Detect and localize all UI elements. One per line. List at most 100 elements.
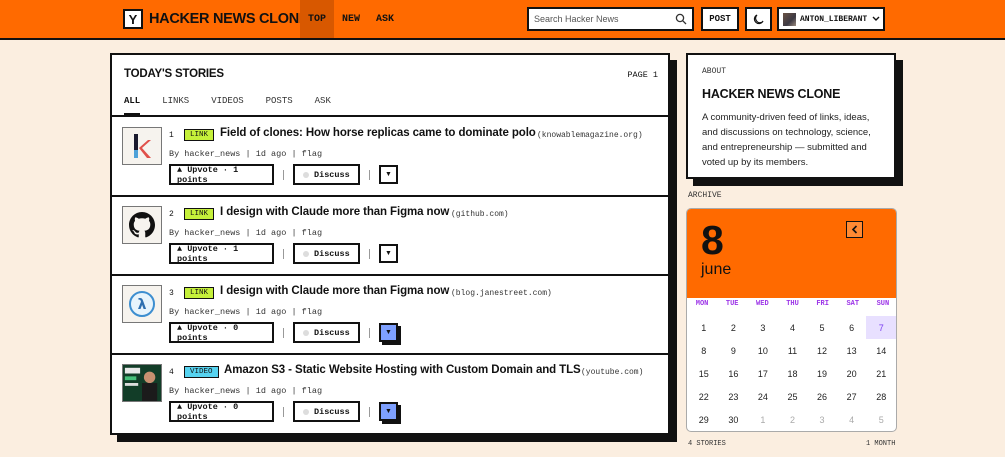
calendar-day[interactable]: 20 xyxy=(837,362,867,385)
about-title: HACKER NEWS CLONE xyxy=(702,87,841,101)
search-input[interactable] xyxy=(529,9,669,29)
calendar-day[interactable]: 1 xyxy=(748,408,778,431)
more-dropdown-button[interactable]: ▼ xyxy=(379,165,398,184)
nav-ask[interactable]: ASK xyxy=(370,0,400,38)
calendar-day[interactable]: 16 xyxy=(719,362,749,385)
chevron-left-icon[interactable] xyxy=(846,221,863,238)
flag-link[interactable]: flag xyxy=(302,307,322,317)
discuss-button[interactable]: Discuss xyxy=(293,322,360,343)
weekday-label: WED xyxy=(756,300,769,308)
calendar-day[interactable]: 26 xyxy=(807,385,837,408)
story-author[interactable]: By hacker_news xyxy=(169,149,240,159)
panel-title: TODAY'S STORIES xyxy=(124,68,224,80)
calendar-day[interactable]: 3 xyxy=(807,408,837,431)
logo-icon[interactable]: Y xyxy=(123,9,143,29)
nav-top[interactable]: TOP xyxy=(300,0,334,38)
story-title[interactable]: Amazon S3 - Static Website Hosting with … xyxy=(224,364,581,376)
calendar-day[interactable]: 4 xyxy=(837,408,867,431)
story-domain[interactable]: (knowablemagazine.org) xyxy=(537,131,643,140)
calendar-day[interactable]: 25 xyxy=(778,385,808,408)
moon-icon xyxy=(753,14,764,25)
story-title[interactable]: I design with Claude more than Figma now xyxy=(220,285,449,297)
nav-new[interactable]: NEW xyxy=(336,0,366,38)
calendar-day[interactable]: 9 xyxy=(719,339,749,362)
calendar-day[interactable]: 10 xyxy=(748,339,778,362)
upvote-button[interactable]: ▲ Upvote · 0 points xyxy=(169,322,274,343)
video-thumbnail[interactable] xyxy=(122,364,162,402)
calendar-day[interactable]: 1 xyxy=(689,316,719,339)
story-author[interactable]: By hacker_news xyxy=(169,307,240,317)
calendar-day[interactable]: 12 xyxy=(807,339,837,362)
story-title[interactable]: Field of clones: How horse replicas came… xyxy=(220,127,536,139)
discuss-button[interactable]: Discuss xyxy=(293,243,360,264)
discuss-button[interactable]: Discuss xyxy=(293,401,360,422)
search-icon[interactable] xyxy=(675,13,687,25)
story-title[interactable]: I design with Claude more than Figma now xyxy=(220,206,449,218)
weekday-label: THU xyxy=(786,300,799,308)
calendar-day[interactable]: 21 xyxy=(866,362,896,385)
upvote-button[interactable]: ▲ Upvote · 0 points xyxy=(169,401,274,422)
calendar-day[interactable]: 4 xyxy=(778,316,808,339)
calendar-day[interactable]: 18 xyxy=(778,362,808,385)
story-meta: By hacker_news | 1d ago | flag xyxy=(169,386,323,396)
comment-icon xyxy=(303,250,309,257)
chevron-down-icon xyxy=(872,16,880,21)
tab-videos[interactable]: VIDEOS xyxy=(211,91,243,115)
lambda-icon[interactable]: λ xyxy=(122,285,162,323)
theme-toggle-button[interactable] xyxy=(745,7,772,31)
story-age: 1d ago xyxy=(255,386,287,396)
post-button[interactable]: POST xyxy=(701,7,739,31)
story-domain[interactable]: (youtube.com) xyxy=(581,368,643,377)
separator xyxy=(369,169,370,180)
tab-all[interactable]: ALL xyxy=(124,91,141,115)
calendar-day[interactable]: 5 xyxy=(866,408,896,431)
tab-posts[interactable]: POSTS xyxy=(266,91,293,115)
calendar-day[interactable]: 2 xyxy=(778,408,808,431)
more-dropdown-button[interactable]: ▼ xyxy=(379,323,398,342)
calendar-day[interactable]: 11 xyxy=(778,339,808,362)
calendar-day[interactable]: 13 xyxy=(837,339,867,362)
calendar-day[interactable]: 27 xyxy=(837,385,867,408)
calendar-day[interactable]: 24 xyxy=(748,385,778,408)
tab-links[interactable]: LINKS xyxy=(162,91,189,115)
calendar-day[interactable]: 3 xyxy=(748,316,778,339)
flag-link[interactable]: flag xyxy=(302,228,322,238)
story-actions: ▲ Upvote · 0 points Discuss ▼ xyxy=(169,401,398,422)
calendar-day[interactable]: 29 xyxy=(689,408,719,431)
calendar-day[interactable]: 23 xyxy=(719,385,749,408)
calendar-day[interactable]: 2 xyxy=(719,316,749,339)
tab-ask[interactable]: ASK xyxy=(315,91,331,115)
calendar-day[interactable]: 6 xyxy=(837,316,867,339)
calendar-day[interactable]: 28 xyxy=(866,385,896,408)
calendar-day-today[interactable]: 7 xyxy=(866,316,896,339)
flag-link[interactable]: flag xyxy=(302,386,322,396)
separator xyxy=(369,248,370,259)
calendar-day[interactable]: 15 xyxy=(689,362,719,385)
story-rank: 4 xyxy=(169,368,174,377)
calendar-day[interactable]: 17 xyxy=(748,362,778,385)
story-domain[interactable]: (github.com) xyxy=(451,210,509,219)
upvote-button[interactable]: ▲ Upvote · 1 points xyxy=(169,243,274,264)
archive-calendar: 8 june MON TUE WED THU FRI SAT SUN 1 2 3 4 5 6 7 8 9 10… xyxy=(686,208,897,432)
calendar-grid: 1 2 3 4 5 6 7 8 9 10 11 12 13 14 15 16 17 18 19 20 21 22 23 24 2… xyxy=(689,316,896,431)
calendar-day[interactable]: 8 xyxy=(689,339,719,362)
flag-link[interactable]: flag xyxy=(302,149,322,159)
discuss-button[interactable]: Discuss xyxy=(293,164,360,185)
upvote-button[interactable]: ▲ Upvote · 1 points xyxy=(169,164,274,185)
weekday-label: SAT xyxy=(846,300,860,308)
story-author[interactable]: By hacker_news xyxy=(169,228,240,238)
calendar-day[interactable]: 22 xyxy=(689,385,719,408)
calendar-day[interactable]: 30 xyxy=(719,408,749,431)
calendar-day[interactable]: 14 xyxy=(866,339,896,362)
calendar-day[interactable]: 19 xyxy=(807,362,837,385)
knowable-k-icon[interactable] xyxy=(122,127,162,165)
github-icon[interactable] xyxy=(122,206,162,244)
story-age: 1d ago xyxy=(255,149,287,159)
more-dropdown-button[interactable]: ▼ xyxy=(379,244,398,263)
user-menu-button[interactable]: ANTON_LIBERANT xyxy=(777,7,885,31)
more-dropdown-button[interactable]: ▼ xyxy=(379,402,398,421)
story-domain[interactable]: (blog.janestreet.com) xyxy=(451,289,552,298)
calendar-day[interactable]: 5 xyxy=(807,316,837,339)
story-author[interactable]: By hacker_news xyxy=(169,386,240,396)
brand-title[interactable]: HACKER NEWS CLONE xyxy=(149,11,309,27)
